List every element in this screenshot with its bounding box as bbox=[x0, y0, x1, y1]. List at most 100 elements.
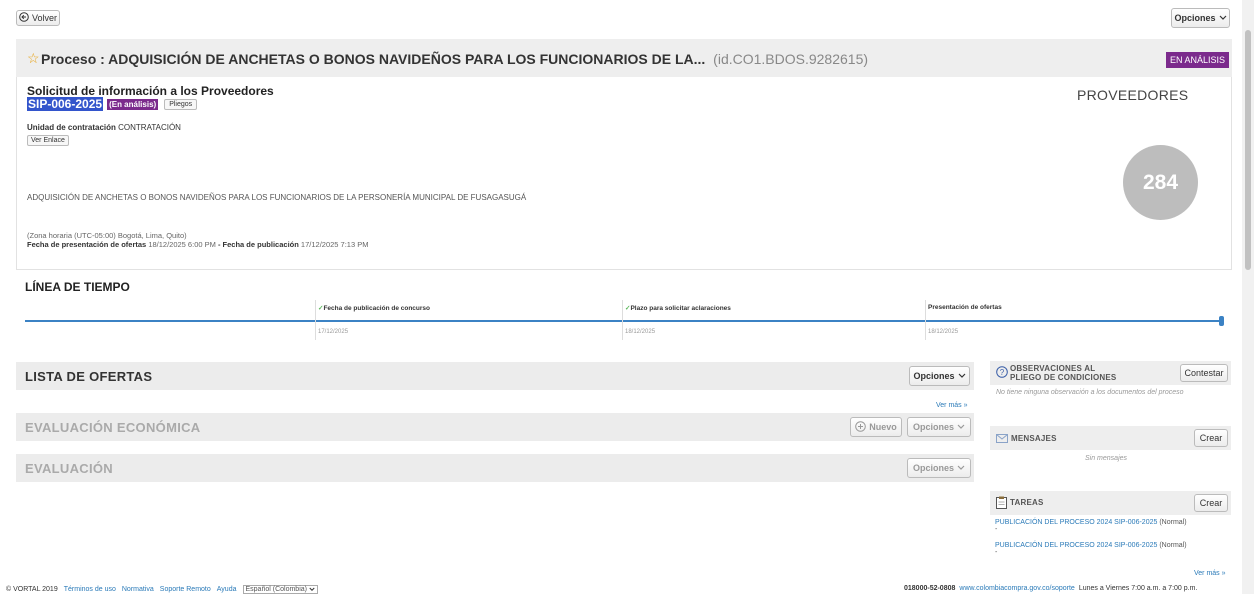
request-code-row: SIP-006-2025 (En análisis) Pliegos bbox=[27, 97, 198, 111]
footer-link-help[interactable]: Ayuda bbox=[217, 586, 237, 593]
chevron-down-icon bbox=[957, 422, 965, 432]
economic-options-button[interactable]: Opciones bbox=[907, 417, 971, 437]
star-icon[interactable]: ☆ bbox=[27, 50, 40, 67]
request-code: SIP-006-2025 bbox=[27, 97, 104, 111]
language-value: Español (Colombia) bbox=[245, 586, 307, 593]
footer-link-remote-support[interactable]: Soporte Remoto bbox=[160, 586, 211, 593]
footer-right: 018000-52-0808 www.colombiacompra.gov.co… bbox=[904, 585, 1197, 592]
reply-label: Contestar bbox=[1184, 368, 1224, 378]
process-name: ADQUISICIÓN DE ANCHETAS O BONOS NAVIDEÑO… bbox=[108, 51, 706, 67]
task-link[interactable]: PUBLICACIÓN DEL PROCESO 2024 SIP-006-202… bbox=[995, 519, 1157, 526]
chevron-down-icon bbox=[958, 371, 966, 381]
task-item: PUBLICACIÓN DEL PROCESO 2024 SIP-006-202… bbox=[995, 519, 1187, 534]
observations-header: ? OBSERVACIONES AL PLIEGO DE CONDICIONES… bbox=[990, 361, 1231, 385]
providers-label: PROVEEDORES bbox=[1077, 87, 1189, 103]
economic-section-header: EVALUACIÓN ECONÓMICA Nuevo Opciones bbox=[16, 413, 974, 441]
unit-row: Unidad de contratación CONTRATACIÓN bbox=[27, 123, 181, 132]
language-select[interactable]: Español (Colombia) bbox=[242, 585, 318, 594]
top-options-label: Opciones bbox=[1174, 13, 1216, 23]
pliegos-button[interactable]: Pliegos bbox=[164, 98, 198, 110]
tasks-header: TAREAS Crear bbox=[990, 491, 1231, 515]
timeline-milestone: Presentación de ofertas 18/12/2025 bbox=[925, 300, 1215, 340]
process-prefix: Proceso : bbox=[41, 51, 109, 67]
milestone-label: Presentación de ofertas bbox=[928, 304, 1002, 311]
page-scrollbar[interactable] bbox=[1242, 0, 1254, 594]
task-priority: (Normal) bbox=[1159, 542, 1187, 549]
footer-link-normativa[interactable]: Normativa bbox=[122, 586, 154, 593]
messages-header: MENSAJES Crear bbox=[990, 426, 1231, 450]
milestone-label: Fecha de publicación de concurso bbox=[323, 305, 431, 312]
observations-empty: No tiene ninguna observación a los docum… bbox=[996, 389, 1184, 396]
offers-options-label: Opciones bbox=[913, 371, 955, 381]
tasks-see-more-link[interactable]: Ver más » bbox=[1194, 570, 1226, 577]
evaluation-options-button[interactable]: Opciones bbox=[907, 458, 971, 478]
offers-title: LISTA DE OFERTAS bbox=[25, 369, 153, 384]
reply-button[interactable]: Contestar bbox=[1180, 364, 1228, 382]
task-priority: (Normal) bbox=[1159, 519, 1187, 526]
milestone-date: 18/12/2025 bbox=[928, 329, 959, 335]
tasks-title: TAREAS bbox=[1010, 498, 1044, 507]
svg-text:?: ? bbox=[1000, 368, 1005, 377]
timeline-milestone: ✓Fecha de publicación de concurso 17/12/… bbox=[315, 300, 615, 340]
process-header: ☆ Proceso : ADQUISICIÓN DE ANCHETAS O BO… bbox=[16, 39, 1232, 77]
dates-row: Fecha de presentación de ofertas 18/12/2… bbox=[27, 240, 368, 249]
providers-count: 284 bbox=[1142, 170, 1179, 194]
support-phone: 018000-52-0808 bbox=[904, 585, 956, 592]
task-dash: - bbox=[995, 549, 998, 556]
footer: © VORTAL 2019 Términos de uso Normativa … bbox=[0, 582, 1254, 594]
milestone-date: 18/12/2025 bbox=[625, 329, 656, 335]
task-item: PUBLICACIÓN DEL PROCESO 2024 SIP-006-202… bbox=[995, 542, 1187, 557]
top-options-button[interactable]: Opciones bbox=[1171, 8, 1230, 28]
plus-circle-icon bbox=[855, 420, 867, 434]
support-hours: Lunes a Viernes 7:00 a.m. a 7:00 p.m. bbox=[1078, 585, 1198, 592]
request-heading: Solicitud de información a los Proveedor… bbox=[27, 84, 274, 98]
evaluation-options-label: Opciones bbox=[912, 463, 954, 473]
request-panel: Solicitud de información a los Proveedor… bbox=[16, 77, 1232, 270]
timeline: ✓Fecha de publicación de concurso 17/12/… bbox=[25, 300, 1230, 340]
request-description: ADQUISICIÓN DE ANCHETAS O BONOS NAVIDEÑO… bbox=[27, 193, 527, 202]
help-icon: ? bbox=[996, 366, 1008, 380]
task-link[interactable]: PUBLICACIÓN DEL PROCESO 2024 SIP-006-202… bbox=[995, 542, 1157, 549]
publication-date-value: 17/12/2025 7:13 PM bbox=[300, 240, 369, 249]
chevron-down-icon bbox=[957, 463, 965, 473]
process-id: (id.CO1.BDOS.9282615) bbox=[713, 51, 869, 67]
timeline-title: LÍNEA DE TIEMPO bbox=[25, 280, 130, 294]
back-arrow-icon bbox=[19, 12, 29, 24]
timeline-milestone: ✓Plazo para solicitar aclaraciones 18/12… bbox=[622, 300, 922, 340]
unit-label: Unidad de contratación bbox=[27, 123, 116, 132]
offers-date-label: Fecha de presentación de ofertas bbox=[27, 240, 147, 249]
milestone-label-row: ✓Fecha de publicación de concurso bbox=[318, 304, 430, 312]
back-label: Volver bbox=[31, 13, 57, 23]
create-task-label: Crear bbox=[1199, 498, 1223, 508]
milestone-date: 17/12/2025 bbox=[318, 329, 349, 335]
offers-date-value: 18/12/2025 6:00 PM bbox=[148, 240, 216, 249]
back-button[interactable]: Volver bbox=[16, 10, 60, 26]
offers-section-header: LISTA DE OFERTAS Opciones bbox=[16, 362, 974, 390]
timezone-text: (Zona horaria (UTC-05:00) Bogotá, Lima, … bbox=[27, 231, 187, 240]
offers-options-button[interactable]: Opciones bbox=[909, 366, 970, 386]
economic-title: EVALUACIÓN ECONÓMICA bbox=[25, 420, 201, 435]
task-dash: - bbox=[995, 526, 998, 533]
publication-date-label: Fecha de publicación bbox=[222, 240, 299, 249]
scrollbar-thumb[interactable] bbox=[1245, 30, 1251, 270]
see-link-button[interactable]: Ver Enlace bbox=[27, 135, 69, 146]
providers-count-circle[interactable]: 284 bbox=[1123, 145, 1198, 220]
envelope-icon bbox=[996, 434, 1008, 445]
observations-title: OBSERVACIONES AL PLIEGO DE CONDICIONES bbox=[1010, 364, 1117, 382]
create-message-label: Crear bbox=[1199, 433, 1223, 443]
messages-title: MENSAJES bbox=[1011, 434, 1057, 443]
create-task-button[interactable]: Crear bbox=[1194, 494, 1228, 512]
economic-options-label: Opciones bbox=[912, 422, 954, 432]
chevron-down-icon bbox=[1219, 13, 1227, 23]
status-badge: EN ANÁLISIS bbox=[1166, 52, 1230, 68]
footer-link-terms[interactable]: Términos de uso bbox=[64, 586, 116, 593]
support-url-link[interactable]: www.colombiacompra.gov.co/soporte bbox=[959, 585, 1074, 592]
create-message-button[interactable]: Crear bbox=[1194, 429, 1228, 447]
milestone-label: Plazo para solicitar aclaraciones bbox=[630, 305, 731, 312]
request-status: (En análisis) bbox=[107, 98, 159, 110]
copyright: © VORTAL 2019 bbox=[6, 586, 58, 593]
offers-see-more-link[interactable]: Ver más » bbox=[936, 402, 968, 409]
new-evaluation-button[interactable]: Nuevo bbox=[850, 417, 902, 437]
chevron-down-icon bbox=[309, 587, 315, 591]
dates-separator: - bbox=[215, 240, 223, 249]
